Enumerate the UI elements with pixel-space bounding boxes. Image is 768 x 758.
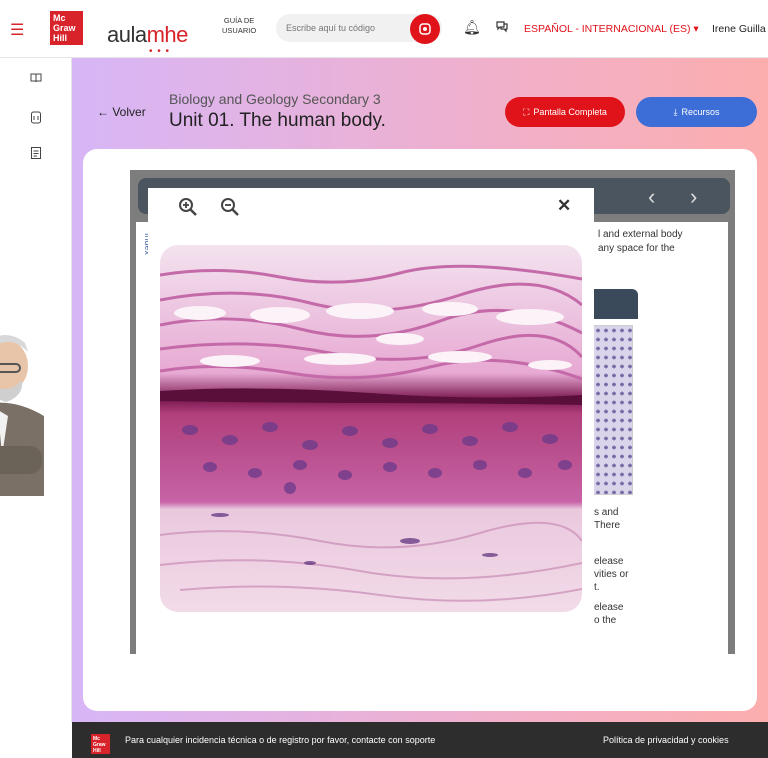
caret-down-icon: ▾: [693, 23, 699, 35]
user-name[interactable]: Irene Guilla: [712, 23, 766, 35]
page-text-line: elease: [594, 602, 624, 613]
top-bar: ☰ Mc Graw Hill aulamhe • • • GUÍA DE USUAR…: [0, 0, 768, 58]
page-text-line: vities or: [594, 569, 629, 580]
logo-dots: • • •: [149, 46, 171, 57]
notifications-bell-icon[interactable]: 🔔︎: [463, 19, 481, 36]
code-icon: [419, 23, 431, 35]
resources-button[interactable]: ⤓ Recursos: [636, 97, 757, 127]
epidermis-micrograph-image: [160, 245, 582, 612]
course-title: Biology and Geology Secondary 3: [169, 91, 381, 107]
privacy-policy-link[interactable]: Política de privacidad y cookies: [603, 735, 729, 745]
close-icon[interactable]: ✕: [557, 196, 571, 216]
menu-icon[interactable]: ☰: [10, 20, 24, 40]
prev-page-icon[interactable]: ‹: [648, 184, 655, 210]
language-selector[interactable]: ESPAÑOL - INTERNACIONAL (ES) ▾: [524, 23, 699, 35]
activities-icon[interactable]: [28, 110, 44, 126]
document-list-icon[interactable]: [28, 146, 44, 162]
footer-message: Para cualquier incidencia técnica o de r…: [125, 735, 436, 745]
messages-icon[interactable]: [495, 19, 509, 36]
unit-title: Unit 01. The human body.: [169, 110, 386, 131]
left-sidebar: [0, 58, 72, 722]
mcgraw-hill-logo[interactable]: Mc Graw Hill: [50, 11, 83, 45]
arrow-left-icon: ←: [97, 105, 109, 119]
teacher-avatar-image: [0, 326, 44, 496]
zoom-in-icon[interactable]: [178, 197, 198, 222]
expand-icon: ⛶: [523, 106, 530, 117]
page-text-line: There: [594, 520, 621, 531]
search-submit-button[interactable]: [410, 14, 440, 44]
cell-micrograph-thumbnail: [593, 325, 633, 495]
page-text-line: any space for the: [598, 243, 675, 254]
next-page-icon[interactable]: ›: [690, 184, 697, 210]
book-icon[interactable]: [28, 72, 44, 88]
download-icon: ⤓: [673, 106, 678, 117]
user-guide-link[interactable]: GUÍA DE USUARIO: [222, 16, 256, 36]
footer: Mc Graw Hill Para cualquier incidencia téc…: [72, 722, 768, 758]
zoom-out-icon[interactable]: [220, 197, 240, 222]
page-section-header: [590, 289, 638, 319]
footer-mcgraw-hill-logo: Mc Graw Hill: [91, 734, 110, 754]
page-text-line: o the: [594, 615, 617, 626]
back-button[interactable]: ← Volver: [97, 105, 146, 119]
fullscreen-button[interactable]: ⛶ Pantalla Completa: [505, 97, 625, 127]
page-text-line: l and external body: [598, 229, 683, 240]
page-text-line: s and: [594, 507, 619, 518]
page-text-line: elease: [594, 556, 624, 567]
page-text-line: t.: [594, 582, 600, 593]
aulamhe-logo[interactable]: aulamhe • • •: [107, 22, 188, 57]
support-link[interactable]: soporte: [405, 735, 435, 745]
